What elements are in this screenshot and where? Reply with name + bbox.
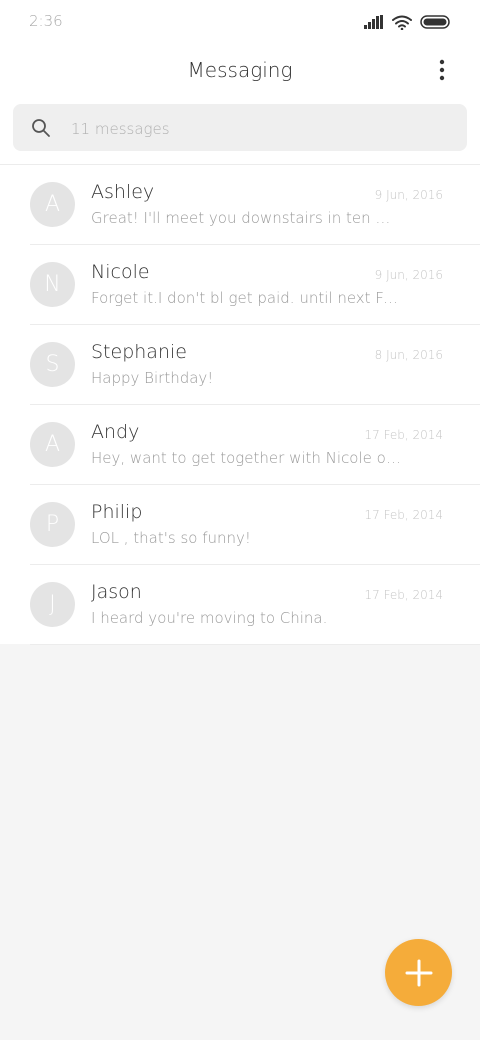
conversation-item[interactable]: J Jason 17 Feb, 2014 I heard you're movi…: [0, 565, 480, 645]
app-header: Messaging: [0, 44, 480, 98]
messages-panel: 2:36 Messaging 11 messages A Ashley 9 Ju…: [0, 0, 480, 645]
message-preview: Happy Birthday!: [91, 369, 214, 387]
more-options-button[interactable]: [430, 56, 454, 84]
message-preview: I heard you're moving to China.: [91, 609, 328, 627]
status-bar: 2:36: [0, 0, 480, 44]
new-message-button[interactable]: [385, 939, 452, 1006]
conversation-item[interactable]: N Nicole 9 Jun, 2016 Forget it.I don't b…: [0, 245, 480, 325]
contact-name: Jason: [91, 581, 142, 603]
status-icons: [364, 13, 452, 31]
conversation-item[interactable]: A Ashley 9 Jun, 2016 Great! I'll meet yo…: [0, 165, 480, 245]
conversation-list: A Ashley 9 Jun, 2016 Great! I'll meet yo…: [0, 165, 480, 645]
status-time: 2:36: [29, 12, 63, 30]
avatar: J: [30, 582, 75, 627]
avatar: A: [30, 182, 75, 227]
message-date: 17 Feb, 2014: [364, 428, 444, 442]
message-date: 9 Jun, 2016: [374, 188, 443, 202]
more-vert-icon: [439, 59, 445, 81]
contact-name: Ashley: [91, 181, 155, 203]
message-preview: Hey, want to get together with Nicole on…: [91, 449, 401, 467]
contact-name: Andy: [91, 421, 140, 443]
conversation-item[interactable]: S Stephanie 8 Jun, 2016 Happy Birthday!: [0, 325, 480, 405]
avatar: N: [30, 262, 75, 307]
avatar: P: [30, 502, 75, 547]
message-date: 9 Jun, 2016: [374, 268, 443, 282]
message-preview: LOL , that's so funny!: [91, 529, 251, 547]
conversation-item[interactable]: A Andy 17 Feb, 2014 Hey, want to get tog…: [0, 405, 480, 485]
contact-name: Nicole: [91, 261, 150, 283]
message-date: 17 Feb, 2014: [364, 588, 444, 602]
message-date: 8 Jun, 2016: [374, 348, 443, 362]
search-bar[interactable]: [13, 104, 467, 153]
contact-name: Stephanie: [91, 341, 187, 363]
signal-icon: [364, 15, 383, 29]
avatar: A: [30, 422, 75, 467]
avatar: S: [30, 342, 75, 387]
message-date: 17 Feb, 2014: [364, 508, 444, 522]
message-preview: Forget it.I don't bl get paid. until nex…: [91, 289, 401, 307]
search-icon: [32, 119, 50, 137]
message-preview: Great! I'll meet you downstairs in ten m…: [91, 209, 401, 227]
battery-icon: [420, 15, 450, 29]
conversation-item[interactable]: P Philip 17 Feb, 2014 LOL , that's so fu…: [0, 485, 480, 565]
wifi-icon: [392, 15, 412, 30]
page-title: Messaging: [187, 58, 293, 82]
contact-name: Philip: [91, 501, 143, 523]
plus-icon: [405, 959, 432, 986]
search-input[interactable]: [69, 104, 453, 153]
